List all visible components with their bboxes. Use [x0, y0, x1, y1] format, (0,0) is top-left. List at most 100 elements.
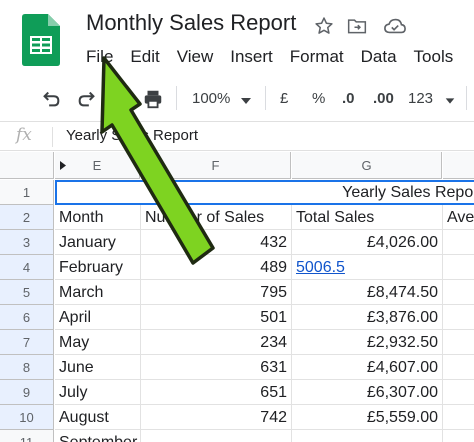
title-bar: Monthly Sales Report File Edit View Inse…	[0, 0, 474, 76]
table-cell-total[interactable]: £3,876.00	[292, 305, 443, 330]
table-cell-month[interactable]: June	[55, 355, 141, 380]
table-cell-total[interactable]: £5,559.00	[292, 405, 443, 430]
header-cell[interactable]: Ave	[443, 205, 474, 230]
table-cell-empty[interactable]	[443, 430, 474, 442]
table-cell-total[interactable]: £2,932.50	[292, 330, 443, 355]
table-cell-empty[interactable]	[443, 355, 474, 380]
table-cell-sales[interactable]: 432	[141, 230, 292, 255]
table-cell-total[interactable]: 5006.5	[292, 255, 443, 280]
header-cell[interactable]: Number of Sales	[141, 205, 292, 230]
table-cell-empty[interactable]	[443, 230, 474, 255]
row-header[interactable]: 8	[0, 355, 54, 380]
row-header[interactable]: 10	[0, 405, 54, 430]
row-header[interactable]: 7	[0, 330, 54, 355]
row-header[interactable]: 11	[0, 430, 54, 442]
cloud-status-icon[interactable]	[383, 14, 407, 38]
menu-format[interactable]: Format	[290, 46, 344, 70]
redo-icon[interactable]	[76, 88, 98, 110]
table-cell-empty[interactable]	[443, 380, 474, 405]
row-header[interactable]: 3	[0, 230, 54, 255]
menu-data[interactable]: Data	[361, 46, 397, 70]
row-header[interactable]: 5	[0, 280, 54, 305]
toolbar-divider	[176, 86, 177, 110]
table-cell-month[interactable]: July	[55, 380, 141, 405]
table-cell-sales[interactable]: 489	[141, 255, 292, 280]
table-cell-empty[interactable]	[443, 305, 474, 330]
column-header-g[interactable]: G	[292, 152, 442, 179]
decrease-decimals-label: .0	[342, 90, 355, 107]
table-cell-month[interactable]: September	[55, 430, 141, 442]
table-cell-empty[interactable]	[443, 330, 474, 355]
table-cell-sales[interactable]: 742	[141, 405, 292, 430]
row-header[interactable]: 2	[0, 205, 54, 230]
toolbar: 100% £ % .0 .00 123	[0, 78, 474, 120]
hidden-columns-arrow-icon[interactable]	[60, 161, 66, 170]
table-cell-empty[interactable]	[443, 405, 474, 430]
menu-view[interactable]: View	[177, 46, 214, 70]
table-cell-empty[interactable]	[443, 280, 474, 305]
column-header-f[interactable]: F	[141, 152, 291, 179]
menu-tools[interactable]: Tools	[414, 46, 454, 70]
table-cell-month[interactable]: February	[55, 255, 141, 280]
table-cell-sales[interactable]: 651	[141, 380, 292, 405]
select-all-corner[interactable]	[0, 152, 54, 179]
table-cell-total[interactable]	[292, 430, 443, 442]
table-cell-sales[interactable]: 501	[141, 305, 292, 330]
merged-title-cell[interactable]: Yearly Sales Report	[55, 180, 474, 205]
table-cell-sales[interactable]	[141, 430, 292, 442]
table-cell-sales[interactable]: 795	[141, 280, 292, 305]
document-title[interactable]: Monthly Sales Report	[86, 10, 296, 36]
table-cell-month[interactable]: January	[55, 230, 141, 255]
chevron-down-icon[interactable]	[444, 91, 456, 113]
column-label-e: E	[92, 158, 102, 173]
table-cell-total[interactable]: £6,307.00	[292, 380, 443, 405]
toolbar-divider	[265, 86, 266, 110]
percent-format-button[interactable]: %	[312, 88, 325, 110]
row-header[interactable]: 6	[0, 305, 54, 330]
column-header-h[interactable]	[443, 152, 474, 179]
increase-decimals-button[interactable]: .00	[373, 88, 394, 110]
table-cell-total[interactable]: £8,474.50	[292, 280, 443, 305]
menu-insert[interactable]: Insert	[230, 46, 273, 70]
column-header-e[interactable]: E	[55, 152, 140, 179]
column-label-g: G	[361, 158, 372, 173]
menu-bar: File Edit View Insert Format Data Tools	[86, 46, 470, 70]
chevron-down-icon[interactable]	[239, 91, 253, 113]
menu-file[interactable]: File	[86, 46, 113, 70]
row-header[interactable]: 9	[0, 380, 54, 405]
table-cell-month[interactable]: April	[55, 305, 141, 330]
table-cell-empty[interactable]	[443, 255, 474, 280]
header-cell[interactable]: Month	[55, 205, 141, 230]
column-label-f: F	[211, 158, 220, 173]
formula-input[interactable]: Yearly Sales Report	[66, 127, 198, 144]
star-icon[interactable]	[312, 14, 336, 38]
more-formats-label: 123	[408, 90, 434, 107]
decrease-decimals-button[interactable]: .0	[342, 88, 355, 110]
toolbar-divider	[466, 86, 467, 110]
move-to-folder-icon[interactable]	[345, 14, 369, 38]
currency-format-button[interactable]: £	[280, 88, 288, 110]
print-icon[interactable]	[142, 88, 164, 110]
fx-icon: fx	[16, 125, 32, 145]
table-cell-total[interactable]: £4,026.00	[292, 230, 443, 255]
table-cell-month[interactable]: March	[55, 280, 141, 305]
formula-divider	[52, 127, 53, 147]
row-header[interactable]: 1	[0, 180, 54, 205]
table-cell-month[interactable]: August	[55, 405, 141, 430]
menu-edit[interactable]: Edit	[130, 46, 159, 70]
row-header[interactable]: 4	[0, 255, 54, 280]
more-formats-button[interactable]: 123	[408, 88, 433, 110]
zoom-select[interactable]: 100%	[192, 88, 230, 110]
undo-icon[interactable]	[40, 88, 62, 110]
increase-decimals-label: .00	[373, 90, 394, 107]
table-cell-total[interactable]: £4,607.00	[292, 355, 443, 380]
table-cell-sales[interactable]: 631	[141, 355, 292, 380]
merged-title-text: Yearly Sales Report	[342, 184, 474, 201]
formula-bar: fx Yearly Sales Report	[0, 121, 474, 151]
header-cell[interactable]: Total Sales	[292, 205, 443, 230]
table-cell-sales[interactable]: 234	[141, 330, 292, 355]
zoom-value: 100%	[192, 90, 231, 107]
sheets-logo-icon[interactable]	[22, 14, 60, 66]
table-cell-month[interactable]: May	[55, 330, 141, 355]
spreadsheet-grid: E F G 1234567891011 MonthNumber of Sales…	[0, 152, 474, 442]
